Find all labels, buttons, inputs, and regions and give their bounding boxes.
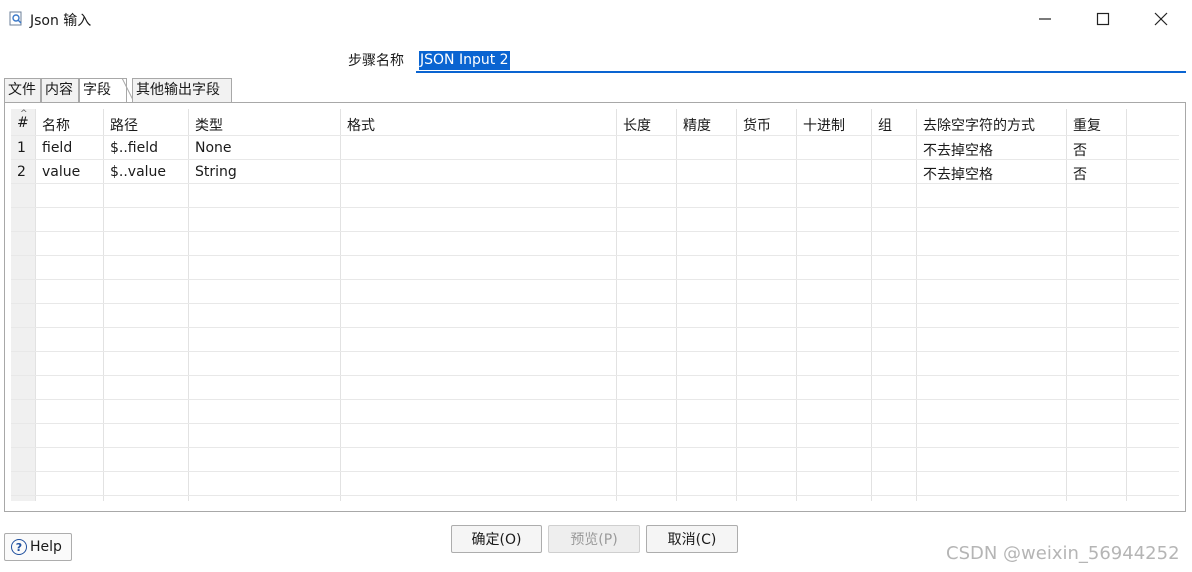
field-path-cell[interactable]: $..field bbox=[110, 140, 158, 156]
close-icon bbox=[1154, 12, 1168, 26]
step-name-input[interactable]: JSON Input 2 bbox=[416, 48, 1186, 73]
column-divider bbox=[35, 109, 36, 501]
row-divider bbox=[11, 399, 1179, 400]
maximize-button[interactable] bbox=[1074, 0, 1132, 38]
field-type-cell[interactable]: String bbox=[195, 164, 237, 180]
column-header-trim-type[interactable]: 去除空字符的方式 bbox=[923, 115, 1035, 135]
row-number: 2 bbox=[17, 164, 26, 180]
column-divider bbox=[1126, 109, 1127, 501]
field-type-cell[interactable]: None bbox=[195, 140, 232, 156]
row-divider bbox=[11, 279, 1179, 280]
row-divider bbox=[11, 231, 1179, 232]
cancel-button[interactable]: 取消(C) bbox=[646, 525, 738, 553]
minimize-button[interactable] bbox=[1016, 0, 1074, 38]
row-divider bbox=[11, 255, 1179, 256]
minimize-icon bbox=[1039, 18, 1051, 20]
fields-table: ^ # 名称 路径 类型 格式 长度 精度 货币 十进制 组 去除空字符的方式 … bbox=[11, 109, 1179, 501]
row-divider bbox=[11, 303, 1179, 304]
maximize-icon bbox=[1096, 12, 1110, 26]
column-header-currency[interactable]: 货币 bbox=[743, 115, 771, 135]
step-name-label: 步骤名称 bbox=[348, 53, 404, 69]
column-header-length[interactable]: 长度 bbox=[623, 115, 651, 135]
ok-button[interactable]: 确定(O) bbox=[451, 525, 542, 553]
column-header-name[interactable]: 名称 bbox=[42, 115, 70, 135]
tab-content[interactable]: 内容 bbox=[41, 78, 79, 102]
row-divider bbox=[11, 183, 1179, 184]
row-divider bbox=[11, 207, 1179, 208]
column-header-format[interactable]: 格式 bbox=[347, 115, 375, 135]
help-icon: ? bbox=[11, 539, 27, 555]
field-path-cell[interactable]: $..value bbox=[110, 164, 166, 180]
row-number: 1 bbox=[17, 140, 26, 156]
column-divider bbox=[676, 109, 677, 501]
tab-fields[interactable]: 字段 bbox=[79, 78, 127, 103]
row-divider bbox=[11, 159, 1179, 160]
help-button-label: Help bbox=[30, 539, 62, 555]
step-name-value: JSON Input 2 bbox=[419, 51, 510, 70]
close-button[interactable] bbox=[1132, 0, 1190, 38]
preview-button[interactable]: 预览(P) bbox=[548, 525, 640, 553]
field-repeat-cell[interactable]: 否 bbox=[1073, 140, 1087, 160]
tab-other-output-fields[interactable]: 其他输出字段 bbox=[132, 78, 232, 102]
row-divider bbox=[11, 327, 1179, 328]
field-name-cell[interactable]: field bbox=[42, 140, 72, 156]
field-name-cell[interactable]: value bbox=[42, 164, 80, 180]
row-divider bbox=[11, 495, 1179, 496]
column-divider bbox=[871, 109, 872, 501]
column-header-precision[interactable]: 精度 bbox=[683, 115, 711, 135]
column-divider bbox=[340, 109, 341, 501]
row-divider bbox=[11, 375, 1179, 376]
fields-panel: ^ # 名称 路径 类型 格式 长度 精度 货币 十进制 组 去除空字符的方式 … bbox=[4, 102, 1186, 512]
row-divider bbox=[11, 135, 1179, 136]
title-bar: Json 输入 bbox=[0, 0, 1192, 38]
tab-file[interactable]: 文件 bbox=[4, 78, 41, 102]
row-divider bbox=[11, 423, 1179, 424]
column-header-group[interactable]: 组 bbox=[878, 115, 892, 135]
column-divider bbox=[616, 109, 617, 501]
json-input-step-icon bbox=[9, 11, 22, 26]
row-divider bbox=[11, 351, 1179, 352]
field-trim-cell[interactable]: 不去掉空格 bbox=[923, 140, 993, 160]
help-button[interactable]: ? Help bbox=[4, 533, 72, 561]
column-header-type[interactable]: 类型 bbox=[195, 115, 223, 135]
column-divider bbox=[103, 109, 104, 501]
column-divider bbox=[188, 109, 189, 501]
watermark: CSDN @weixin_56944252 bbox=[946, 543, 1180, 564]
column-header-repeat[interactable]: 重复 bbox=[1073, 115, 1101, 135]
column-divider bbox=[916, 109, 917, 501]
column-divider bbox=[736, 109, 737, 501]
column-header-number[interactable]: # bbox=[17, 115, 29, 131]
window-title: Json 输入 bbox=[30, 13, 92, 29]
column-divider bbox=[796, 109, 797, 501]
field-repeat-cell[interactable]: 否 bbox=[1073, 164, 1087, 184]
column-divider bbox=[1066, 109, 1067, 501]
column-header-decimal[interactable]: 十进制 bbox=[803, 115, 845, 135]
row-divider bbox=[11, 447, 1179, 448]
field-trim-cell[interactable]: 不去掉空格 bbox=[923, 164, 993, 184]
row-divider bbox=[11, 471, 1179, 472]
column-header-path[interactable]: 路径 bbox=[110, 115, 138, 135]
